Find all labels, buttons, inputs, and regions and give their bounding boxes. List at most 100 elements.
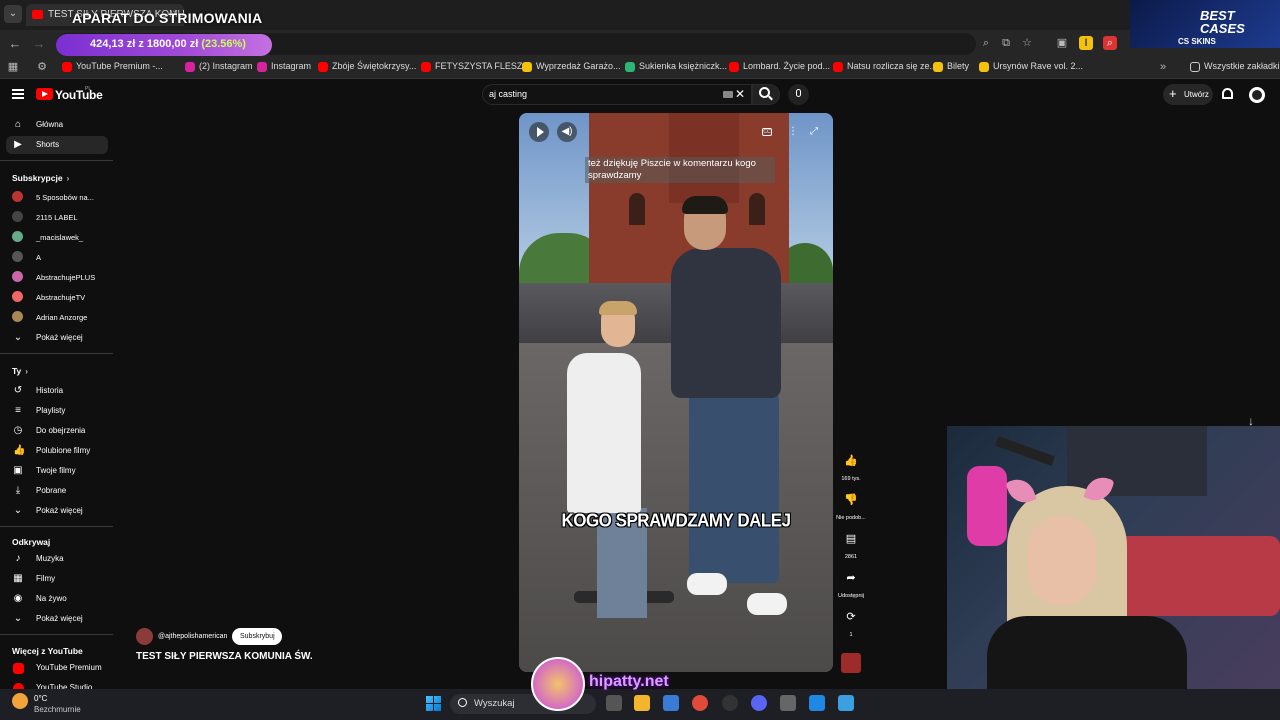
subscriptions-heading[interactable]: Subskrypcje › [12,173,69,183]
task-view-icon[interactable] [606,695,622,711]
sidebar-item-home[interactable]: ⌂ Główna [6,116,108,134]
bookmark-item[interactable]: Instagram [257,61,311,72]
search-query[interactable]: aj casting [489,89,527,99]
play-icon[interactable] [529,122,549,142]
more-bookmarks-icon[interactable]: » [1156,60,1170,74]
subscription-item[interactable]: _macislawek_ [36,233,83,242]
dislike-icon[interactable]: 👎 [843,492,859,508]
sidebar-item-youtube-premium[interactable]: YouTube Premium [6,659,108,677]
hipatty-avatar [531,657,585,711]
channel-avatar[interactable] [12,311,23,322]
sound-thumbnail[interactable] [841,653,861,673]
bookmark-label: Zbóje Świętokrzysy... [332,61,417,71]
sidebar-item[interactable]: ↺ Historia [6,382,108,400]
shorts-video-player[interactable] [519,113,833,672]
sidebar-item[interactable]: ≡ Playlisty [6,402,108,420]
channel-avatar[interactable] [12,191,23,202]
subscription-item[interactable]: Adrian Anzorge [36,313,87,322]
youtube-logo-icon[interactable] [36,88,53,100]
apps-grid-icon[interactable]: ▦ [6,60,20,74]
zoom-icon[interactable]: ⌕ [979,36,993,50]
explore-show-more[interactable]: ⌄ Pokaż więcej [6,610,108,628]
subscription-item[interactable]: AbstrachujeTV [36,293,85,302]
settings-icon[interactable] [780,695,796,711]
show-more-label: Pokaż więcej [36,333,83,342]
youtube-wordmark[interactable]: YouTube [55,88,103,102]
bookmark-item[interactable]: Lombard. Życie pod... [729,61,830,72]
windows-start-icon[interactable] [426,696,441,711]
search-icon [458,698,467,707]
discord-icon[interactable] [751,695,767,711]
install-app-icon[interactable]: ⧉ [999,36,1013,50]
volume-icon[interactable]: ◀) [557,122,577,142]
forward-icon[interactable]: → [30,35,48,53]
search-icon [759,87,770,98]
weather-description: Bezchmurnie [34,705,81,714]
like-icon[interactable]: 👍 [843,453,859,469]
bookmark-item[interactable]: (2) Instagram [185,61,253,72]
settings-gear-icon[interactable]: ⚙ [35,60,49,74]
clear-search-icon[interactable]: ✕ [735,87,745,101]
channel-avatar[interactable] [12,231,23,242]
tab-list-button[interactable]: ⌄ [4,5,22,23]
app-icon[interactable] [838,695,854,711]
bookmark-item[interactable]: Wyprzedaż Garażo... [522,61,620,72]
file-explorer-icon[interactable] [634,695,650,711]
channel-avatar[interactable] [12,251,23,262]
more-options-icon[interactable]: ⋮ [788,126,798,137]
app-icon[interactable] [809,695,825,711]
bookmark-item[interactable]: FETYSZYSTA FLESZ... [421,61,530,72]
fullscreen-icon[interactable]: ⤢ [810,126,818,137]
you-label: Ty [12,366,22,376]
bookmark-favicon-icon [257,62,267,72]
menu-icon[interactable] [12,89,24,99]
extension-icon[interactable]: ▣ [1055,36,1069,50]
chrome-icon[interactable] [692,695,708,711]
back-icon[interactable]: ← [6,35,24,53]
subscription-item[interactable]: A [36,253,41,262]
extension-yellow-icon[interactable]: I [1079,36,1093,50]
you-heading[interactable]: Ty › [12,366,28,376]
channel-avatar[interactable] [12,291,23,302]
keyboard-icon[interactable] [723,91,733,98]
weather-sun-icon[interactable] [12,693,28,709]
you-show-more[interactable]: ⌄ Pokaż więcej [6,502,108,520]
app-icon[interactable] [722,695,738,711]
extension-red-icon[interactable]: ⌕ [1103,36,1117,50]
bookmark-item[interactable]: Ursynów Rave vol. 2... [979,61,1083,72]
sidebar-icon: ◷ [13,425,23,436]
bookmark-item[interactable]: Sukienka księżniczk... [625,61,727,72]
subscription-item[interactable]: 2115 LABEL [36,213,78,222]
channel-avatar[interactable] [136,628,153,645]
notifications-bell-icon[interactable] [1222,88,1233,99]
sidebar-item[interactable]: ▣ Twoje filmy [6,462,108,480]
sidebar-item[interactable]: ♪ Muzyka [6,550,108,568]
subscription-item[interactable]: AbstrachujePLUS [36,273,95,282]
store-icon[interactable] [663,695,679,711]
account-avatar[interactable] [1249,87,1265,103]
bookmark-item[interactable]: Zbóje Świętokrzysy... [318,61,417,72]
bookmark-item[interactable]: YouTube Premium -... [62,61,163,72]
all-bookmarks-link[interactable]: Wszystkie zakładki [1190,61,1280,72]
channel-avatar[interactable] [12,271,23,282]
bookmark-star-icon[interactable]: ☆ [1020,36,1034,50]
sidebar-item[interactable]: ◉ Na żywo [6,590,108,608]
sidebar-item[interactable]: 👍 Polubione filmy [6,442,108,460]
sidebar-item-shorts[interactable]: ▶ Shorts [6,136,108,154]
captions-icon[interactable]: CC [762,128,772,136]
remix-icon[interactable]: ⟳ [843,609,859,625]
bookmark-item[interactable]: Natsu rozlicza się ze... [833,61,937,72]
comments-icon[interactable]: ▤ [843,531,859,547]
video-title[interactable]: TEST SIŁY PIERWSZA KOMUNIA ŚW. [136,651,313,662]
sidebar-item[interactable]: ◷ Do obejrzenia [6,422,108,440]
channel-name[interactable]: @ajthepolishamerican [158,633,227,640]
subscription-item[interactable]: 5 Sposobów na... [36,193,94,202]
subscriptions-show-more[interactable]: ⌄ Pokaż więcej [6,329,108,347]
bookmark-item[interactable]: Bilety [933,61,969,72]
sidebar-item[interactable]: ▦ Filmy [6,570,108,588]
channel-avatar[interactable] [12,211,23,222]
screen: ⌄ TEST SIŁY PIERWSZA KOMUNI × APARAT DO … [0,0,1280,720]
share-icon[interactable]: ➦ [843,570,859,586]
sidebar-item[interactable]: ⤓ Pobrane [6,482,108,500]
bookmark-favicon-icon [933,62,943,72]
